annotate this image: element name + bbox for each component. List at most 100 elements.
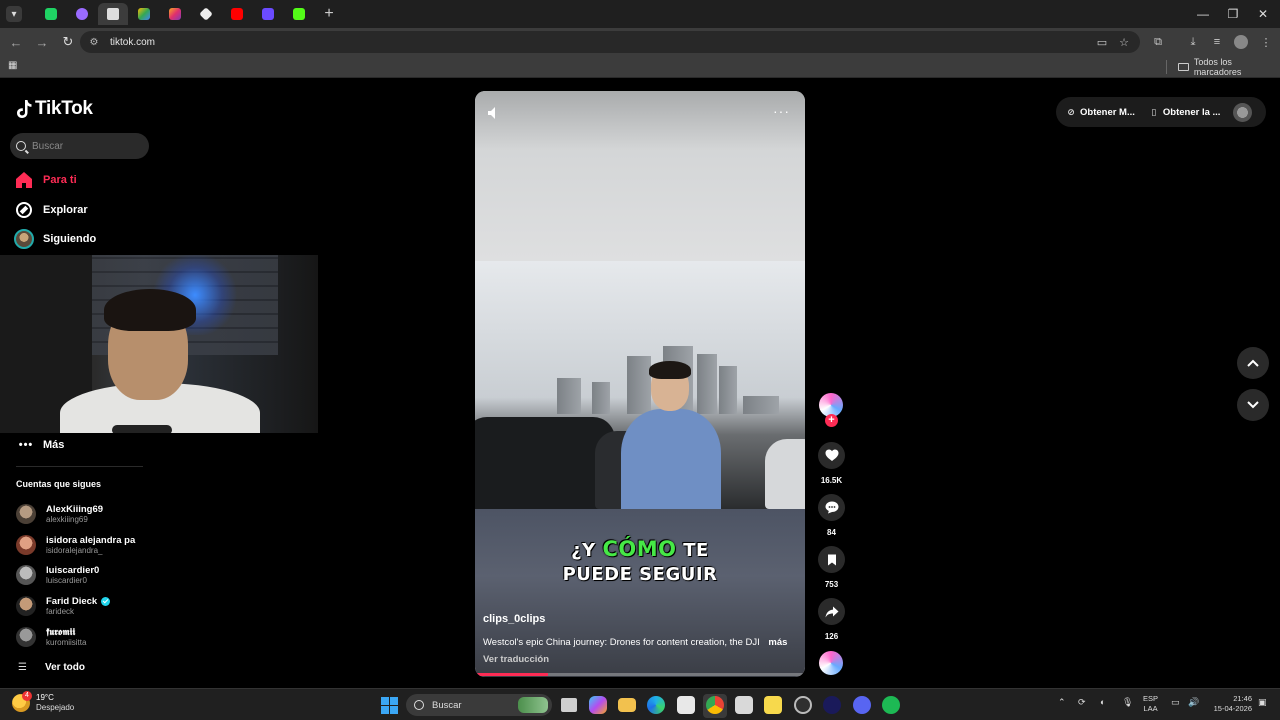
- save-button[interactable]: [818, 546, 845, 573]
- tab-search-button[interactable]: ▾: [6, 6, 22, 22]
- language-indicator[interactable]: ESP LAA: [1143, 694, 1158, 714]
- install-app-icon[interactable]: ▭: [1092, 32, 1112, 52]
- video-top-area: [475, 91, 805, 261]
- following-accounts-title: Cuentas que sigues: [16, 479, 102, 489]
- share-button[interactable]: [818, 598, 845, 625]
- volume-icon[interactable]: [487, 105, 505, 121]
- notification-icon[interactable]: ▣: [1258, 697, 1267, 708]
- description-more-button[interactable]: más: [768, 637, 787, 648]
- account-item[interactable]: Farid Dieck farideck: [16, 592, 111, 620]
- edge-icon[interactable]: [647, 696, 665, 714]
- video-more-options-icon[interactable]: ···: [773, 103, 793, 119]
- browser-menu-icon[interactable]: ⋮: [1256, 32, 1276, 52]
- tab-6[interactable]: [191, 3, 221, 25]
- see-translation-button[interactable]: Ver traducción: [483, 654, 549, 665]
- chrome-icon[interactable]: [706, 696, 724, 714]
- forward-icon[interactable]: →: [30, 30, 54, 54]
- tab-2[interactable]: [67, 3, 97, 25]
- tab-5[interactable]: [160, 3, 190, 25]
- next-video-button[interactable]: [1237, 389, 1269, 421]
- caption-line-2: PUEDE SEGUIR: [562, 564, 718, 585]
- nav-explore[interactable]: Explorar: [14, 199, 88, 221]
- weather-widget[interactable]: 4 19°C Despejado: [12, 691, 74, 713]
- new-tab-button[interactable]: +: [318, 3, 340, 25]
- tab-1[interactable]: [36, 3, 66, 25]
- close-icon[interactable]: ✕: [1248, 0, 1278, 28]
- clock[interactable]: 21:46 15-04-2026: [1206, 694, 1252, 714]
- tray-overflow-icon[interactable]: ⌃: [1058, 697, 1066, 708]
- comment-button[interactable]: [818, 494, 845, 521]
- app-icon[interactable]: [823, 696, 841, 714]
- video-scene: [475, 261, 805, 509]
- account-item[interactable]: luiscardier0 luiscardier0: [16, 561, 99, 589]
- site-info-icon[interactable]: ⚙: [88, 36, 100, 48]
- windows-start-icon[interactable]: [381, 697, 398, 714]
- previous-video-button[interactable]: [1237, 347, 1269, 379]
- video-player[interactable]: ··· ¿Y CÓMO TE PUEDE SEGUIR clips_0clips…: [475, 91, 805, 677]
- account-name: Farid Dieck: [46, 595, 98, 607]
- sync-icon[interactable]: ⟳: [1078, 697, 1086, 708]
- account-item[interactable]: AlexKiiing69 alexkiiing69: [16, 500, 103, 528]
- nav-more[interactable]: ••• Más: [18, 436, 65, 454]
- tab-8[interactable]: [253, 3, 283, 25]
- building: [743, 396, 779, 414]
- video-author[interactable]: clips_0clips: [483, 613, 545, 625]
- tab-7[interactable]: [222, 3, 252, 25]
- account-item[interactable]: isidora alejandra pa isidoralejandra_: [16, 531, 135, 559]
- network-icon[interactable]: ▭: [1171, 697, 1180, 708]
- get-app-button[interactable]: ▯ Obtener la ...: [1149, 107, 1220, 118]
- account-item[interactable]: 𝖋𝖚𝖗𝖔𝖒𝖎𝖎 kuromiisitta: [16, 623, 86, 651]
- taskbar-search-input[interactable]: Buscar: [406, 694, 552, 716]
- file-explorer-icon[interactable]: [618, 698, 636, 712]
- tiktok-logo[interactable]: TikTok: [16, 98, 93, 120]
- search-input[interactable]: Buscar: [10, 133, 149, 159]
- store-icon[interactable]: [677, 696, 695, 714]
- reload-icon[interactable]: ↻: [56, 30, 80, 54]
- nav-for-you[interactable]: Para ti: [14, 169, 77, 191]
- app-icon[interactable]: [794, 696, 812, 714]
- see-all-accounts[interactable]: ☰ Ver todo: [18, 659, 85, 675]
- tab-4[interactable]: [129, 3, 159, 25]
- download-icon[interactable]: ⤓: [1183, 32, 1203, 52]
- minimize-icon[interactable]: —: [1188, 0, 1218, 28]
- all-bookmarks-label: Todos los marcadores: [1193, 57, 1242, 77]
- keyboard-layout: LAA: [1143, 704, 1158, 713]
- nav-following[interactable]: Siguiendo: [14, 228, 96, 250]
- address-bar[interactable]: ⚙ tiktok.com: [80, 31, 1140, 53]
- tray-app-icon[interactable]: ◐: [1100, 697, 1105, 707]
- save-count: 753: [824, 580, 839, 589]
- extensions-icon[interactable]: ⧉: [1148, 32, 1168, 52]
- media-control-icon[interactable]: ≡: [1207, 32, 1227, 52]
- task-view-icon[interactable]: [561, 698, 577, 712]
- discord-icon[interactable]: [853, 696, 871, 714]
- all-bookmarks-button[interactable]: Todos los marcadores: [1178, 57, 1280, 77]
- sun-icon: 4: [12, 691, 32, 712]
- like-button[interactable]: [818, 442, 845, 469]
- video-progress-bar[interactable]: [475, 673, 805, 676]
- back-icon[interactable]: ←: [4, 30, 28, 54]
- account-handle: alexkiiing69: [46, 514, 88, 524]
- music-disc-icon[interactable]: [819, 651, 843, 675]
- browser-tab-bar: ▾ + — ❐ ✕: [0, 0, 1280, 28]
- tab-tiktok-active[interactable]: [98, 3, 128, 25]
- copilot-icon[interactable]: [589, 696, 607, 714]
- account-handle: kuromiisitta: [46, 637, 87, 647]
- tab-favicon-diamond-icon: [199, 7, 213, 21]
- video-description: Westcol's epic China journey: Drones for…: [483, 637, 801, 648]
- apps-grid-icon[interactable]: ▦: [8, 60, 20, 72]
- bookmark-star-icon[interactable]: ☆: [1114, 32, 1134, 52]
- get-coins-button[interactable]: ⊘ Obtener M...: [1066, 107, 1135, 118]
- snipping-tool-icon[interactable]: [735, 696, 753, 714]
- profile-avatar-icon[interactable]: [1231, 32, 1251, 52]
- tab-favicon-youtube-icon: [231, 8, 243, 20]
- follow-plus-icon[interactable]: +: [825, 414, 838, 427]
- microphone-icon[interactable]: 🎙: [1122, 697, 1133, 708]
- car: [765, 439, 805, 509]
- sticky-notes-icon[interactable]: [764, 696, 782, 714]
- restore-icon[interactable]: ❐: [1218, 0, 1248, 28]
- user-avatar[interactable]: [1233, 103, 1252, 122]
- car: [475, 417, 615, 509]
- spotify-icon[interactable]: [882, 696, 900, 714]
- tab-9[interactable]: [284, 3, 314, 25]
- volume-tray-icon[interactable]: 🔊: [1188, 697, 1199, 708]
